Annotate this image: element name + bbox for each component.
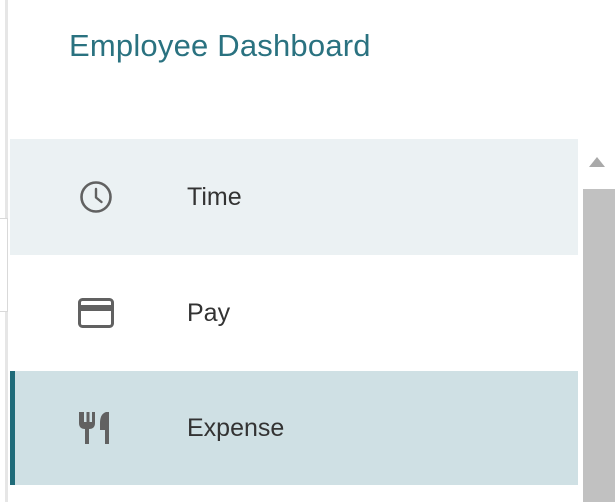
- dashboard-menu: Time Pay Expense: [10, 139, 578, 485]
- menu-item-label: Expense: [187, 413, 285, 442]
- menu-item-label: Time: [187, 182, 242, 211]
- scrollbar-thumb[interactable]: [583, 189, 615, 502]
- left-edge-panel: [0, 218, 8, 312]
- menu-item-time[interactable]: Time: [10, 139, 578, 255]
- fork-knife-icon: [76, 408, 116, 448]
- menu-item-pay[interactable]: Pay: [10, 255, 578, 371]
- menu-item-expense[interactable]: Expense: [10, 371, 578, 485]
- dashboard-frame: Employee Dashboard Time Pay Expense: [0, 0, 615, 502]
- clock-icon: [76, 177, 116, 217]
- menu-item-label: Pay: [187, 298, 231, 327]
- page-title: Employee Dashboard: [69, 28, 371, 63]
- scroll-up-arrow-icon[interactable]: [589, 157, 605, 167]
- credit-card-icon: [76, 293, 116, 333]
- menu-bottom-edge: [10, 486, 578, 502]
